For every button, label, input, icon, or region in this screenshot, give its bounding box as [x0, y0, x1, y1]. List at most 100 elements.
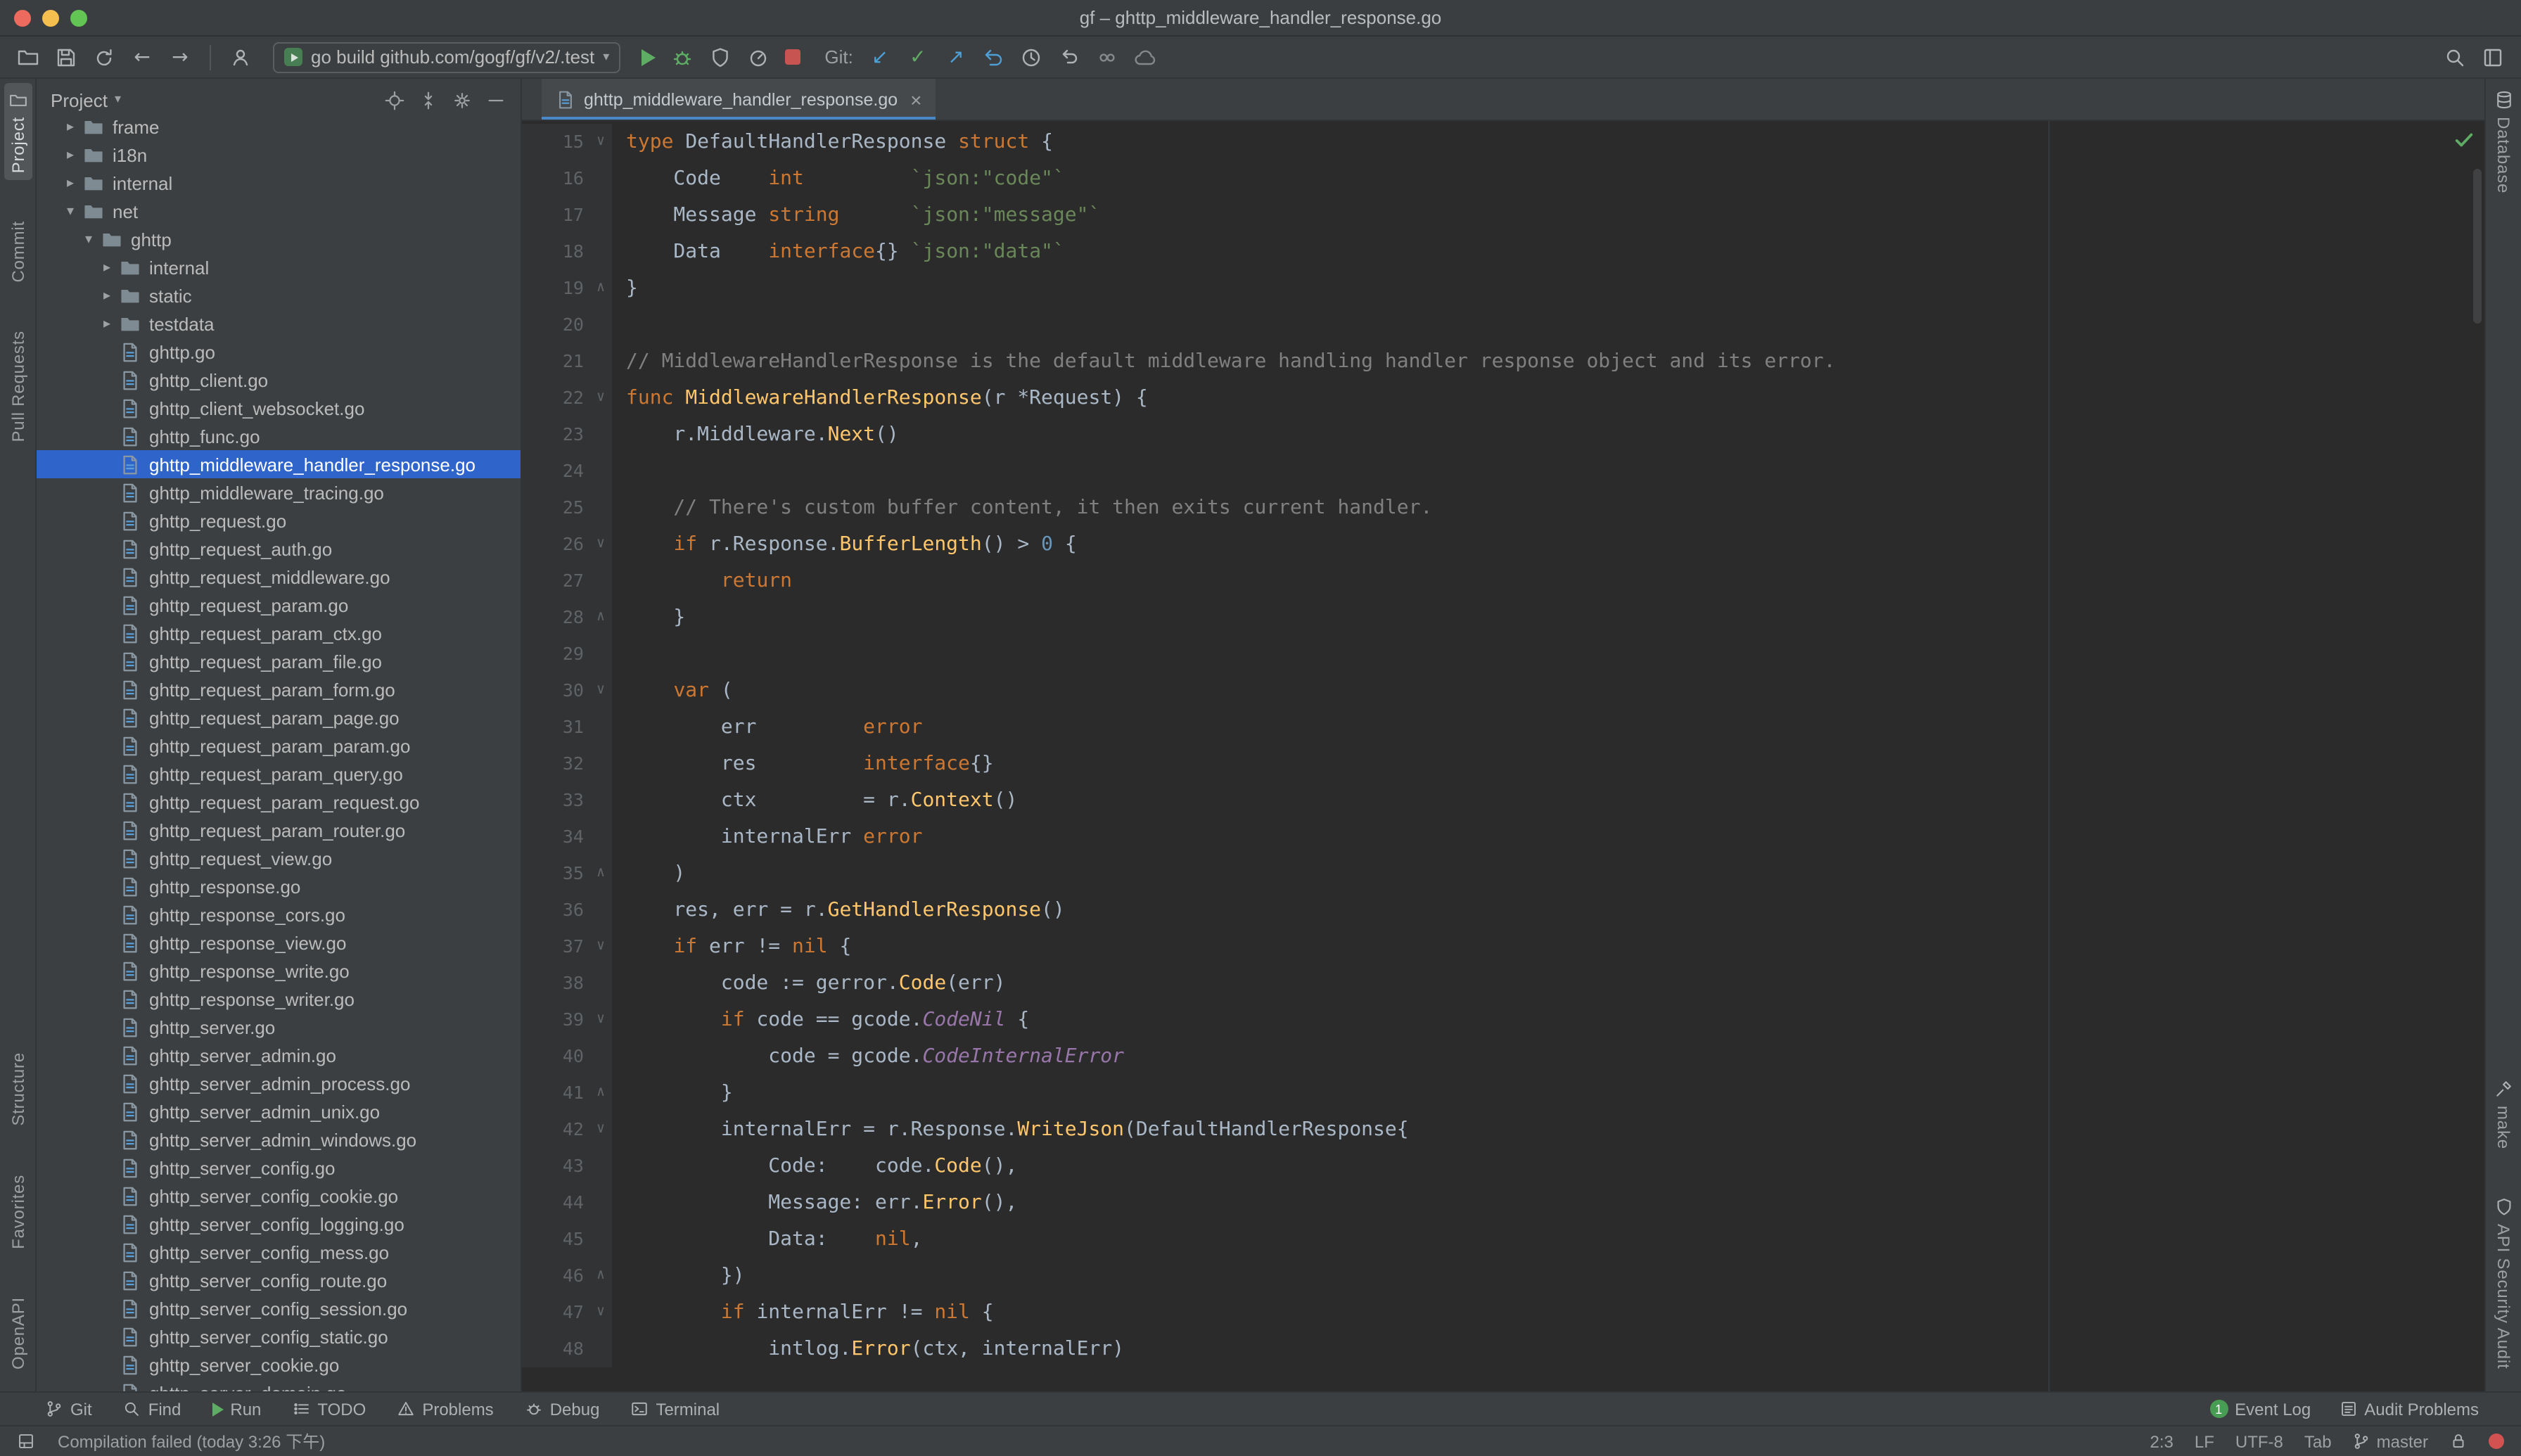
tree-item[interactable]: ghttp_response_cors.go	[37, 900, 521, 928]
code-with-me-icon[interactable]	[1097, 46, 1119, 68]
line-number[interactable]: 34	[522, 819, 589, 855]
caret-position[interactable]: 2:3	[2150, 1431, 2174, 1451]
chevron-down-icon[interactable]: ▾	[60, 203, 80, 219]
tree-item[interactable]: ▸internal	[37, 253, 521, 281]
fold-toggle-icon[interactable]: ∨	[589, 1111, 612, 1148]
forward-icon[interactable]: →	[169, 46, 191, 68]
tree-item[interactable]: ghttp_middleware_tracing.go	[37, 478, 521, 506]
toolwindow-button-api-security-audit[interactable]: API Security Audit	[2489, 1190, 2517, 1377]
update-project-icon[interactable]: ↙	[869, 46, 891, 68]
layout-icon[interactable]	[2482, 46, 2504, 68]
rollback-icon[interactable]	[983, 46, 1005, 68]
fold-toggle-icon[interactable]: ∨	[589, 380, 612, 416]
toolwindow-button-event-log[interactable]: 1 Event Log	[2209, 1399, 2311, 1419]
toolwindow-button-structure[interactable]: Structure	[4, 1046, 32, 1134]
code-line[interactable]: 32 res interface{}	[522, 746, 2484, 782]
code-line[interactable]: 29	[522, 636, 2484, 672]
tree-item[interactable]: ghttp_server_config_logging.go	[37, 1210, 521, 1238]
tree-item[interactable]: ▾ghttp	[37, 225, 521, 253]
line-number[interactable]: 17	[522, 197, 589, 234]
minimize-window-button[interactable]	[42, 9, 59, 26]
profiler-icon[interactable]	[747, 46, 770, 68]
close-tab-icon[interactable]: ×	[910, 89, 921, 109]
tree-item[interactable]: ghttp_request_param_ctx.go	[37, 619, 521, 647]
code-line[interactable]: 17 Message string `json:"message"`	[522, 197, 2484, 234]
editor-scrollbar[interactable]	[2473, 169, 2482, 324]
code-line[interactable]: 37∨ if err != nil {	[522, 928, 2484, 965]
tree-item[interactable]: ghttp_server_config_static.go	[37, 1322, 521, 1350]
run-icon[interactable]	[642, 49, 656, 65]
tree-item[interactable]: ghttp_request_param_param.go	[37, 732, 521, 760]
fold-toggle-icon[interactable]: ∨	[589, 928, 612, 965]
chevron-down-icon[interactable]: ▾	[115, 93, 121, 107]
debug-icon[interactable]	[671, 46, 694, 68]
chevron-right-icon[interactable]: ▸	[97, 288, 117, 303]
tree-item[interactable]: ghttp_request.go	[37, 506, 521, 535]
code-line[interactable]: 30∨ var (	[522, 672, 2484, 709]
code-line[interactable]: 40 code = gcode.CodeInternalError	[522, 1038, 2484, 1075]
line-number[interactable]: 40	[522, 1038, 589, 1075]
code-line[interactable]: 39∨ if code == gcode.CodeNil {	[522, 1002, 2484, 1038]
undo-icon[interactable]	[1059, 46, 1081, 68]
notification-dot-icon[interactable]	[2489, 1433, 2504, 1449]
toolwindow-button-commit[interactable]: Commit	[4, 214, 32, 289]
hide-panel-icon[interactable]	[485, 89, 506, 110]
code-line[interactable]: 26∨ if r.Response.BufferLength() > 0 {	[522, 526, 2484, 563]
tree-item[interactable]: ▸static	[37, 281, 521, 309]
fold-toggle-icon[interactable]: ∧	[589, 1075, 612, 1111]
toolwindow-button-todo[interactable]: TODO	[292, 1399, 366, 1419]
toolwindow-button-openapi[interactable]: OpenAPI	[4, 1289, 32, 1376]
settings-gear-icon[interactable]	[452, 89, 473, 110]
tree-item[interactable]: ▸testdata	[37, 309, 521, 338]
collapse-all-icon[interactable]	[418, 89, 439, 110]
chevron-right-icon[interactable]: ▸	[60, 175, 80, 191]
tree-item[interactable]: ▸i18n	[37, 141, 521, 169]
code-line[interactable]: 48 intlog.Error(ctx, internalErr)	[522, 1331, 2484, 1367]
editor-tab[interactable]: ghttp_middleware_handler_response.go ×	[542, 79, 936, 120]
code-line[interactable]: 43 Code: code.Code(),	[522, 1148, 2484, 1184]
toolwindow-button-audit-problems[interactable]: Audit Problems	[2339, 1399, 2479, 1419]
tree-item[interactable]: ▸frame	[37, 113, 521, 141]
code-line[interactable]: 19∧}	[522, 270, 2484, 307]
code-line[interactable]: 15∨type DefaultHandlerResponse struct {	[522, 124, 2484, 160]
tree-item[interactable]: ghttp_response.go	[37, 872, 521, 900]
line-number[interactable]: 43	[522, 1148, 589, 1184]
line-number[interactable]: 30	[522, 672, 589, 709]
history-icon[interactable]	[1021, 46, 1043, 68]
tree-item[interactable]: ghttp_client_websocket.go	[37, 394, 521, 422]
line-number[interactable]: 35	[522, 855, 589, 892]
status-message[interactable]: Compilation failed (today 3:26 下午)	[58, 1429, 325, 1453]
toolwindow-button-project[interactable]: Project	[4, 83, 32, 180]
line-number[interactable]: 42	[522, 1111, 589, 1148]
chevron-right-icon[interactable]: ▸	[97, 260, 117, 275]
code-line[interactable]: 33 ctx = r.Context()	[522, 782, 2484, 819]
line-separator[interactable]: LF	[2195, 1431, 2214, 1451]
run-configuration-select[interactable]: go build github.com/gogf/gf/v2/.test ▾	[273, 41, 620, 72]
code-line[interactable]: 46∧ })	[522, 1258, 2484, 1294]
code-line[interactable]: 42∨ internalErr = r.Response.WriteJson(D…	[522, 1111, 2484, 1148]
code-line[interactable]: 16 Code int `json:"code"`	[522, 160, 2484, 197]
fold-toggle-icon[interactable]: ∨	[589, 124, 612, 160]
tree-item[interactable]: ghttp_response_writer.go	[37, 985, 521, 1013]
stop-icon[interactable]	[785, 49, 800, 65]
tree-item[interactable]: ghttp_server_admin.go	[37, 1041, 521, 1069]
line-number[interactable]: 44	[522, 1184, 589, 1221]
tree-item[interactable]: ghttp.go	[37, 338, 521, 366]
tree-item[interactable]: ghttp_server_domain.go	[37, 1379, 521, 1391]
line-number[interactable]: 16	[522, 160, 589, 197]
push-icon[interactable]: ↗	[945, 46, 967, 68]
line-number[interactable]: 41	[522, 1075, 589, 1111]
save-all-icon[interactable]	[55, 46, 77, 68]
toolwindow-button-terminal[interactable]: Terminal	[630, 1399, 720, 1419]
line-number[interactable]: 46	[522, 1258, 589, 1294]
line-number[interactable]: 32	[522, 746, 589, 782]
open-project-icon[interactable]	[17, 46, 39, 68]
line-number[interactable]: 45	[522, 1221, 589, 1258]
tree-item[interactable]: ghttp_request_param_form.go	[37, 675, 521, 703]
line-number[interactable]: 48	[522, 1331, 589, 1367]
toolwindow-button-pull-requests[interactable]: Pull Requests	[4, 324, 32, 449]
chevron-right-icon[interactable]: ▸	[60, 119, 80, 134]
code-line[interactable]: 31 err error	[522, 709, 2484, 746]
tree-item[interactable]: ghttp_request_param_request.go	[37, 788, 521, 816]
code-line[interactable]: 21// MiddlewareHandlerResponse is the de…	[522, 343, 2484, 380]
